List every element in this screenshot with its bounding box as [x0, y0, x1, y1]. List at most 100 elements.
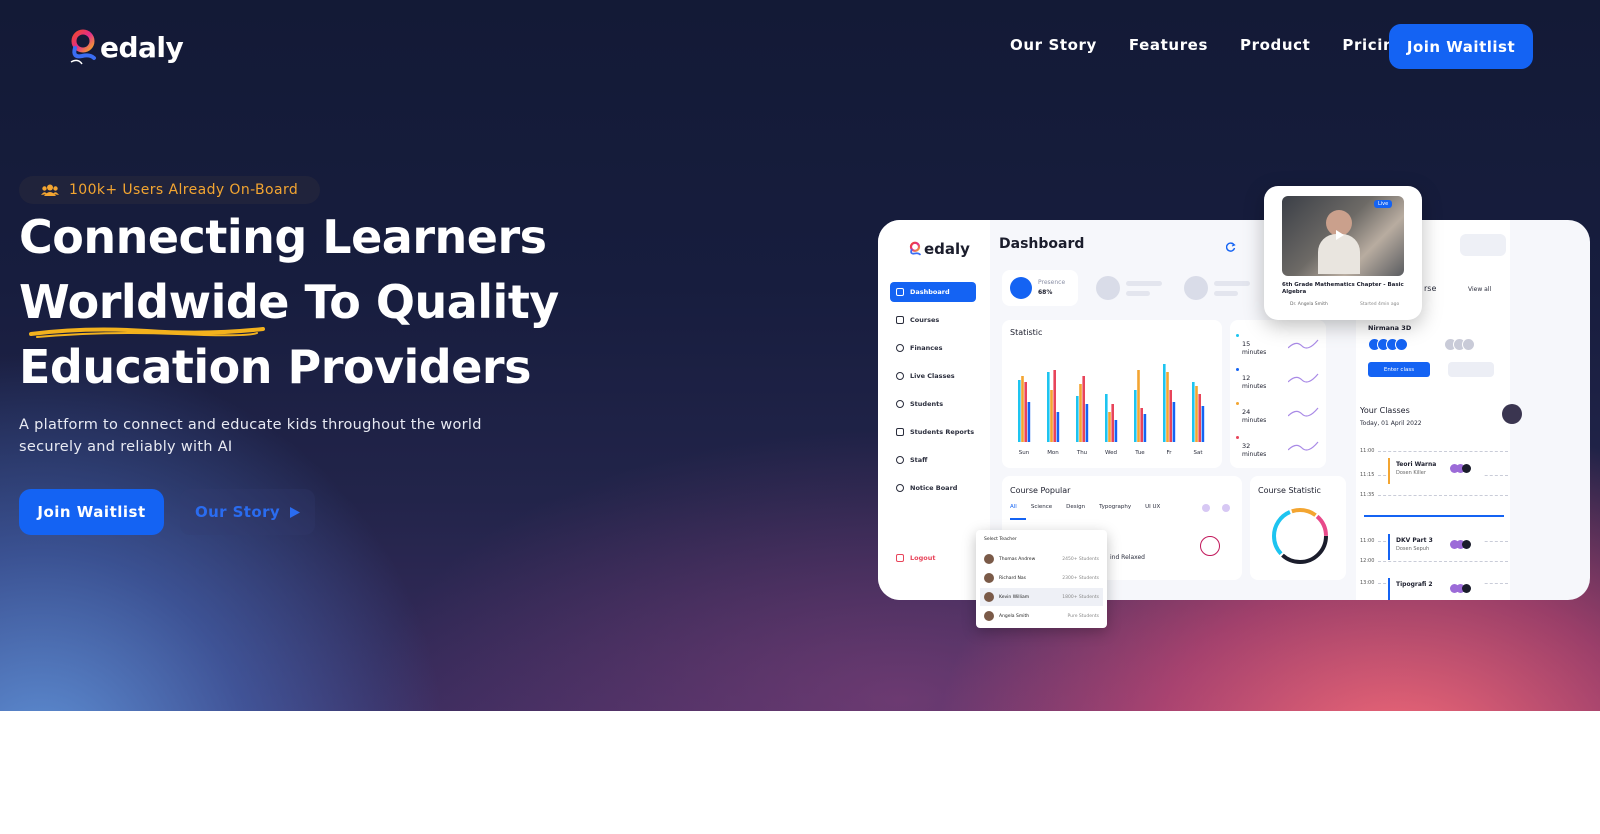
sparkline-icon	[1288, 373, 1319, 383]
placeholder-button	[1448, 362, 1494, 377]
stat-bar	[1018, 380, 1021, 442]
course-tab[interactable]: Design	[1066, 504, 1085, 510]
progress-ring-icon	[1200, 536, 1220, 556]
refresh-icon[interactable]	[1226, 242, 1236, 252]
class-avatars	[1450, 464, 1471, 473]
teacher-select-header[interactable]: Select Teacher	[980, 530, 1103, 548]
course-statistic-title: Course Statistic	[1258, 486, 1321, 495]
chart-icon	[896, 428, 904, 436]
hero-section: edaly Our Story Features Product Pricing…	[0, 0, 1600, 711]
person-icon	[896, 456, 904, 464]
search-box[interactable]	[1460, 234, 1506, 256]
class-block[interactable]: DKV Part 3 Dosen Sepuh	[1388, 534, 1484, 560]
avatar	[1395, 338, 1408, 351]
calendar-icon[interactable]	[1502, 404, 1522, 424]
teacher-name: Thomas Andrew	[999, 556, 1036, 562]
course-tab[interactable]: Science	[1031, 504, 1052, 510]
live-class-thumbnail: Live	[1282, 196, 1404, 276]
stat-day-label: Mon	[1047, 450, 1059, 456]
avatar	[1462, 338, 1475, 351]
teacher-row[interactable]: Richard Nas 2300+ Students	[980, 569, 1103, 587]
timeline-time: 11:00	[1360, 448, 1375, 454]
minutes-value: 24	[1242, 408, 1251, 416]
sidebar-label: Staff	[910, 456, 928, 464]
teacher-count: 1800+ Students	[1062, 594, 1099, 600]
teacher-body	[1318, 234, 1360, 274]
class-avatars	[1450, 584, 1471, 593]
settings-icon[interactable]	[1222, 504, 1230, 512]
teacher-name: Kevin William	[999, 594, 1030, 600]
sidebar-label: Students Reports	[910, 428, 975, 436]
filter-icon[interactable]	[1202, 504, 1210, 512]
sidebar-label: Logout	[910, 554, 936, 562]
teacher-row[interactable]: Kevin William 1800+ Students	[980, 588, 1103, 606]
stat-bar	[1053, 370, 1056, 442]
your-classes-title: Your Classes	[1360, 406, 1410, 415]
play-arrow-icon	[290, 506, 301, 518]
timeline-time: 11:00	[1360, 538, 1375, 544]
class-block[interactable]: Tipografi 2	[1388, 578, 1484, 600]
teacher-row[interactable]: Angela Smith Pure Students	[980, 607, 1103, 625]
sidebar-item-live-classes[interactable]: Live Classes	[890, 366, 976, 386]
sidebar-item-notice-board[interactable]: Notice Board	[890, 478, 976, 498]
legend-dot	[1236, 368, 1239, 371]
course-tab[interactable]: All	[1010, 504, 1017, 510]
nav-join-waitlist-button[interactable]: Join Waitlist	[1389, 24, 1533, 69]
minutes-row: 12 minutes	[1236, 368, 1320, 398]
teacher-count: Pure Students	[1067, 613, 1100, 619]
sparkline-icon	[1288, 407, 1319, 417]
stat-day-label: Sat	[1193, 450, 1203, 456]
brand-logo[interactable]: edaly	[68, 28, 184, 66]
hero-subtext: A platform to connect and educate kids t…	[19, 417, 482, 455]
minutes-value: 32	[1242, 442, 1251, 450]
nav-link-features[interactable]: Features	[1129, 36, 1208, 54]
dashboard-title: Dashboard	[999, 236, 1085, 252]
active-tab-indicator	[1010, 518, 1026, 520]
hero-join-waitlist-button[interactable]: Join Waitlist	[19, 489, 164, 535]
minutes-value: 12	[1242, 374, 1251, 382]
stat-bar	[1140, 408, 1143, 442]
sidebar-label: Live Classes	[910, 372, 955, 380]
stat-bar	[1195, 386, 1198, 442]
broadcast-icon	[896, 372, 904, 380]
nav-link-our-story[interactable]: Our Story	[1010, 36, 1097, 54]
view-all-link[interactable]: View all	[1468, 286, 1491, 293]
live-class-card[interactable]: Live 6th Grade Mathematics Chapter - Bas…	[1264, 186, 1422, 320]
sidebar-item-students-reports[interactable]: Students Reports	[890, 422, 976, 442]
course-tab[interactable]: UI UX	[1145, 504, 1160, 510]
stat-bar	[1056, 412, 1060, 442]
logo-mark-icon	[909, 241, 921, 255]
stat-bar	[1047, 372, 1050, 442]
sidebar-item-staff[interactable]: Staff	[890, 450, 976, 470]
stat-bar	[1172, 402, 1176, 442]
minutes-card: 15 minutes 12 minutes 24 minutes 32 minutes	[1230, 320, 1326, 468]
placeholder-bar	[1214, 281, 1250, 286]
timeline-time: 11:35	[1360, 492, 1375, 498]
participants-avatars	[1368, 338, 1408, 351]
course-tab[interactable]: Typography	[1099, 504, 1131, 510]
teacher-name: Richard Nas	[999, 575, 1026, 581]
stat-day-label: Sun	[1019, 450, 1030, 456]
enter-class-button[interactable]: Enter class	[1368, 362, 1430, 377]
sidebar-item-courses[interactable]: Courses	[890, 310, 976, 330]
live-class-meta: Started 4min ago	[1360, 302, 1400, 307]
our-story-button[interactable]: Our Story	[180, 489, 315, 535]
presence-label: Presence	[1038, 279, 1066, 286]
people-icon	[896, 400, 904, 408]
minutes-row: 24 minutes	[1236, 402, 1320, 432]
course-title-fragment: rse	[1424, 284, 1437, 293]
nav-link-product[interactable]: Product	[1240, 36, 1310, 54]
sidebar-item-students[interactable]: Students	[890, 394, 976, 414]
stat-bar	[1085, 404, 1089, 442]
teacher-row[interactable]: Thomas Andrew 2450+ Students	[980, 550, 1103, 568]
sidebar-item-logout[interactable]: Logout	[890, 548, 976, 568]
sidebar-item-finances[interactable]: Finances	[890, 338, 976, 358]
avatar	[984, 592, 994, 602]
stat-bar	[1050, 390, 1053, 442]
class-block[interactable]: Teori Warna Dosen Killer	[1388, 458, 1484, 484]
sidebar-label: Dashboard	[910, 288, 950, 296]
headline-highlight-text: Worldwide	[19, 275, 289, 329]
course-popular-title: Course Popular	[1010, 486, 1071, 495]
sidebar-item-dashboard[interactable]: Dashboard	[890, 282, 976, 302]
teacher-select-label: Select Teacher	[984, 536, 1017, 542]
